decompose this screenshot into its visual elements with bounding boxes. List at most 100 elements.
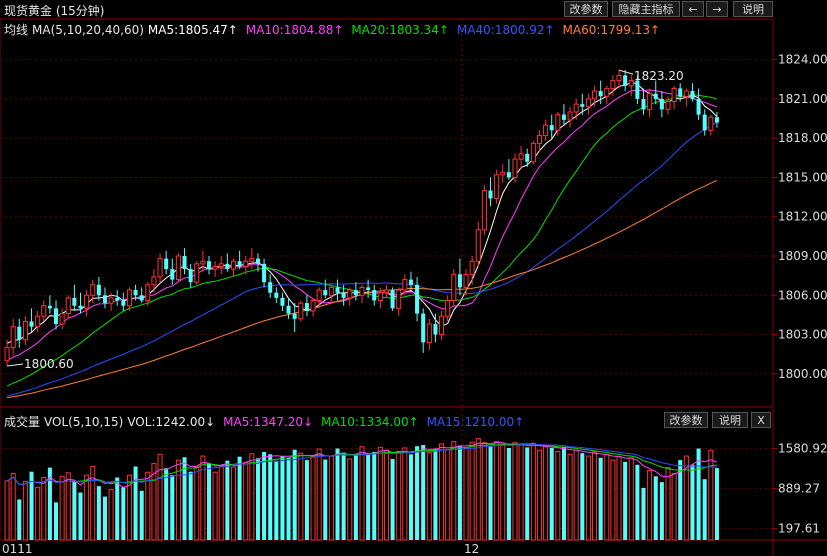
candle-body <box>604 87 610 97</box>
volume-bar <box>304 460 309 540</box>
volume-bar <box>598 457 603 540</box>
volume-bar <box>29 471 34 540</box>
volume-bar <box>194 466 200 541</box>
volume-bar <box>628 457 634 541</box>
candle-body <box>708 116 714 131</box>
help-button[interactable]: 说明 <box>733 1 773 17</box>
volume-bar <box>115 477 120 540</box>
volume-bar <box>170 475 175 540</box>
volume-bar <box>525 447 530 540</box>
ma60-line <box>7 179 718 399</box>
candle-body <box>274 292 279 298</box>
change-params-button[interactable]: 改参数 <box>564 1 608 17</box>
candle-body <box>115 297 120 301</box>
candle-body <box>347 289 353 299</box>
price-tick-label: 1815.00 <box>778 170 827 184</box>
candle-body <box>304 303 309 311</box>
hide-main-indicator-button[interactable]: 隐藏主指标 <box>612 1 680 17</box>
volume-bar <box>262 452 267 540</box>
candle-body <box>341 292 346 298</box>
candle-body <box>628 80 634 87</box>
candle-body <box>525 153 530 162</box>
vol-help-button[interactable]: 说明 <box>712 412 748 428</box>
volume-bar <box>206 463 212 540</box>
volume-bar <box>573 449 579 541</box>
volume-bar <box>133 466 138 540</box>
volume-bar <box>383 449 389 541</box>
ma20-legend: MA20:1803.34↑ <box>351 23 449 37</box>
volume-bar <box>439 443 445 541</box>
volume-bar <box>126 474 132 541</box>
candle-body <box>555 114 561 131</box>
candle-body <box>249 258 255 262</box>
volume-bar <box>102 496 107 540</box>
volume-bar <box>714 468 719 540</box>
candle-body <box>585 98 591 108</box>
candle-body <box>102 295 107 304</box>
candle-body <box>10 326 16 349</box>
candle-body <box>598 91 603 97</box>
candle-body <box>469 260 475 275</box>
volume-bar <box>72 481 77 540</box>
candle-body <box>4 347 10 362</box>
price-tick-label: 1809.00 <box>778 249 827 263</box>
ma5-legend: MA5:1805.47↑ <box>147 23 238 37</box>
candle-body <box>573 103 579 113</box>
volume-bar <box>641 487 646 540</box>
candle-body <box>218 263 224 267</box>
volume-bar <box>518 444 524 541</box>
main-panel-frame <box>0 18 774 408</box>
candle-body <box>616 74 622 82</box>
candle-body <box>151 276 157 286</box>
volume-bar <box>402 447 408 541</box>
candle-body <box>372 290 377 301</box>
volume-bar <box>225 460 230 540</box>
volume-bar <box>230 466 237 541</box>
volume-bar <box>157 453 163 541</box>
arrow-left-icon[interactable]: ← <box>682 1 704 17</box>
vol-close-icon[interactable]: X <box>751 412 771 428</box>
candle-body <box>200 260 206 265</box>
volume-bar <box>580 453 585 540</box>
volume-bar <box>139 490 144 540</box>
candle-body <box>170 269 175 280</box>
candle-body <box>126 289 132 307</box>
candle-body <box>580 104 585 107</box>
volume-ma10-line <box>6 443 717 486</box>
volume-bar <box>175 459 181 541</box>
price-tick-label: 1806.00 <box>778 288 827 302</box>
candle-body <box>323 290 328 296</box>
candle-body <box>549 125 554 131</box>
price-tick-label: 1818.00 <box>778 131 827 145</box>
ma40-line <box>6 121 718 397</box>
high-annotation: 1823.20 <box>634 69 684 83</box>
volume-bar <box>286 457 291 540</box>
volume-bar <box>35 486 41 541</box>
volume-bar <box>500 443 506 541</box>
volume-bar <box>96 486 101 540</box>
volume-bar <box>585 455 591 541</box>
volume-bar <box>567 453 573 541</box>
volume-bar <box>255 458 260 540</box>
candle-body <box>212 265 218 270</box>
title-bar: 现货黄金 (15分钟) 改参数 隐藏主指标 ← → 说明 <box>0 0 827 19</box>
volume-bar <box>108 489 114 541</box>
candle-body <box>286 305 291 314</box>
arrow-right-icon[interactable]: → <box>706 1 728 17</box>
candle-body <box>415 284 420 314</box>
volume-bar <box>610 459 616 541</box>
candle-body <box>659 98 664 110</box>
volume-bar <box>530 442 536 541</box>
candle-body <box>157 258 163 278</box>
candle-body <box>714 117 719 123</box>
vol-change-params-button[interactable]: 改参数 <box>664 412 708 428</box>
candle-body <box>488 190 493 199</box>
volume-bar <box>623 461 628 540</box>
candle-body <box>451 273 457 302</box>
volume-ma15-line <box>6 443 717 486</box>
x-label-date: 0111 <box>2 542 33 556</box>
volume-tick-label: 1580.92 <box>778 441 827 455</box>
candle-body <box>292 313 297 319</box>
candle-body <box>328 286 334 296</box>
candle-body <box>635 80 640 99</box>
